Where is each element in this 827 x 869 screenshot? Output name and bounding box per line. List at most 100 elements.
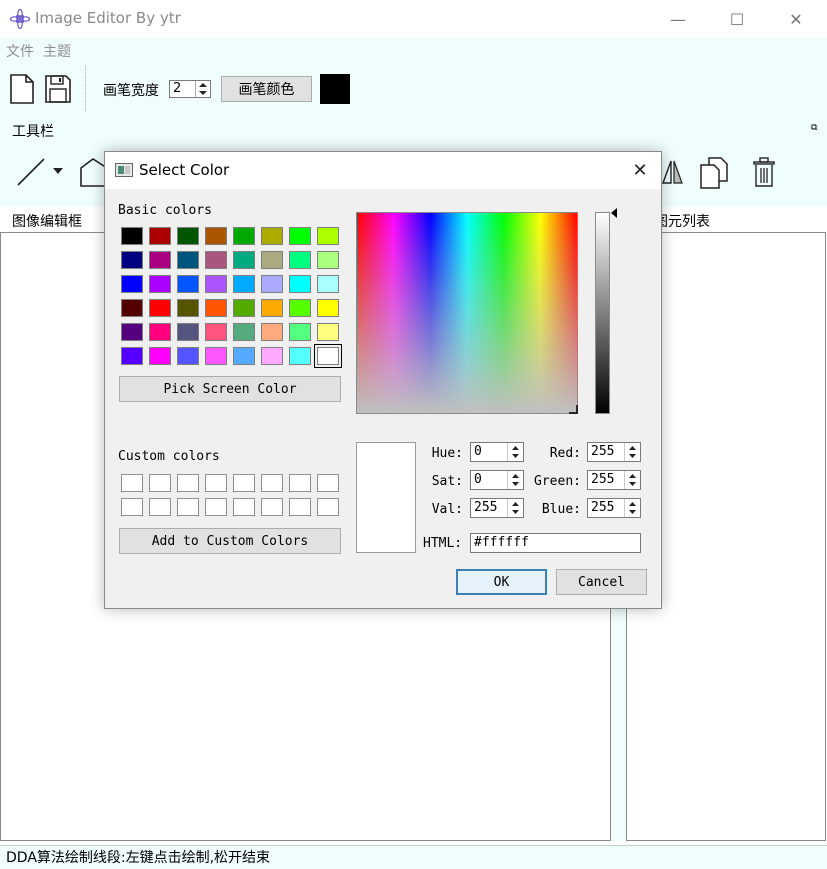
basic-color-swatch[interactable]: [317, 299, 339, 317]
custom-color-slot[interactable]: [149, 498, 171, 516]
spin-arrows-icon[interactable]: [624, 443, 640, 461]
basic-color-swatch[interactable]: [149, 347, 171, 365]
basic-color-swatch[interactable]: [317, 251, 339, 269]
basic-color-swatch[interactable]: [289, 299, 311, 317]
custom-color-slot[interactable]: [233, 474, 255, 492]
basic-color-swatch[interactable]: [233, 275, 255, 293]
basic-color-swatch[interactable]: [289, 347, 311, 365]
maximize-button[interactable]: ☐: [714, 0, 760, 38]
spin-arrows-icon[interactable]: [507, 443, 523, 461]
spin-arrows-icon[interactable]: [195, 81, 210, 97]
basic-color-swatch[interactable]: [177, 275, 199, 293]
value-slider-arrow-icon[interactable]: [610, 208, 618, 218]
custom-color-slot[interactable]: [121, 474, 143, 492]
spin-arrows-icon[interactable]: [507, 499, 523, 517]
menu-file[interactable]: 文件: [6, 41, 34, 61]
basic-color-swatch[interactable]: [121, 227, 143, 245]
line-tool-icon[interactable]: [15, 156, 47, 188]
blue-spinbox[interactable]: 255: [587, 498, 641, 518]
cancel-button[interactable]: Cancel: [556, 569, 647, 595]
basic-color-swatch[interactable]: [314, 344, 342, 368]
basic-color-swatch[interactable]: [317, 227, 339, 245]
close-window-button[interactable]: ✕: [773, 0, 819, 38]
basic-color-swatch[interactable]: [177, 347, 199, 365]
basic-color-swatch[interactable]: [121, 299, 143, 317]
val-spinbox[interactable]: 255: [470, 498, 524, 518]
save-file-icon[interactable]: [44, 74, 72, 104]
basic-color-swatch[interactable]: [177, 323, 199, 341]
pen-width-spinbox[interactable]: 2: [169, 80, 211, 98]
basic-color-swatch[interactable]: [177, 251, 199, 269]
basic-color-swatch[interactable]: [149, 275, 171, 293]
basic-color-swatch[interactable]: [149, 299, 171, 317]
basic-color-swatch[interactable]: [149, 323, 171, 341]
basic-color-swatch[interactable]: [233, 347, 255, 365]
menu-theme[interactable]: 主题: [43, 41, 71, 61]
basic-color-swatch[interactable]: [205, 347, 227, 365]
hue-saturation-picker[interactable]: [356, 212, 578, 414]
basic-color-swatch[interactable]: [233, 323, 255, 341]
basic-color-swatch[interactable]: [289, 227, 311, 245]
custom-color-slot[interactable]: [261, 498, 283, 516]
basic-color-swatch[interactable]: [205, 323, 227, 341]
basic-color-swatch[interactable]: [317, 323, 339, 341]
green-spinbox[interactable]: 255: [587, 470, 641, 490]
minimize-button[interactable]: —: [655, 0, 701, 38]
spin-arrows-icon[interactable]: [624, 471, 640, 489]
basic-color-swatch[interactable]: [149, 251, 171, 269]
custom-color-slot[interactable]: [317, 498, 339, 516]
new-file-icon[interactable]: [9, 74, 35, 104]
basic-color-swatch[interactable]: [149, 227, 171, 245]
basic-color-swatch[interactable]: [261, 347, 283, 365]
hue-spinbox[interactable]: 0: [470, 442, 524, 462]
basic-color-swatch[interactable]: [261, 299, 283, 317]
basic-color-swatch[interactable]: [233, 299, 255, 317]
basic-color-swatch[interactable]: [261, 227, 283, 245]
spin-arrows-icon[interactable]: [624, 499, 640, 517]
basic-color-swatch[interactable]: [289, 323, 311, 341]
basic-color-swatch[interactable]: [205, 275, 227, 293]
delete-trash-icon[interactable]: [751, 157, 777, 188]
ok-button[interactable]: OK: [456, 569, 547, 595]
custom-color-slot[interactable]: [289, 498, 311, 516]
dialog-close-button[interactable]: ✕: [620, 152, 660, 189]
flip-tool-icon[interactable]: [660, 158, 684, 186]
spin-arrows-icon[interactable]: [507, 471, 523, 489]
basic-color-swatch[interactable]: [233, 227, 255, 245]
custom-color-slot[interactable]: [177, 474, 199, 492]
pick-screen-color-button[interactable]: Pick Screen Color: [119, 376, 341, 402]
red-spinbox[interactable]: 255: [587, 442, 641, 462]
basic-color-swatch[interactable]: [317, 275, 339, 293]
basic-color-swatch[interactable]: [289, 275, 311, 293]
basic-color-swatch[interactable]: [177, 227, 199, 245]
basic-color-swatch[interactable]: [205, 251, 227, 269]
custom-color-slot[interactable]: [177, 498, 199, 516]
basic-color-swatch[interactable]: [121, 275, 143, 293]
basic-color-swatch[interactable]: [205, 299, 227, 317]
pen-color-button[interactable]: 画笔颜色: [221, 76, 312, 102]
basic-color-swatch[interactable]: [233, 251, 255, 269]
basic-color-swatch[interactable]: [121, 323, 143, 341]
basic-color-swatch[interactable]: [121, 251, 143, 269]
basic-color-swatch[interactable]: [121, 347, 143, 365]
basic-color-swatch[interactable]: [177, 299, 199, 317]
dropdown-arrow-icon[interactable]: [52, 166, 64, 176]
copy-icon[interactable]: [699, 157, 733, 189]
basic-color-swatch[interactable]: [289, 251, 311, 269]
basic-color-swatch[interactable]: [261, 275, 283, 293]
basic-color-swatch[interactable]: [205, 227, 227, 245]
basic-color-swatch[interactable]: [261, 323, 283, 341]
custom-color-slot[interactable]: [289, 474, 311, 492]
custom-color-slot[interactable]: [205, 474, 227, 492]
custom-color-slot[interactable]: [205, 498, 227, 516]
custom-color-slot[interactable]: [233, 498, 255, 516]
sat-spinbox[interactable]: 0: [470, 470, 524, 490]
value-slider[interactable]: [595, 212, 610, 414]
custom-color-slot[interactable]: [121, 498, 143, 516]
add-to-custom-colors-button[interactable]: Add to Custom Colors: [119, 528, 341, 554]
custom-color-slot[interactable]: [149, 474, 171, 492]
custom-color-slot[interactable]: [261, 474, 283, 492]
html-color-input[interactable]: #ffffff: [470, 533, 641, 553]
basic-color-swatch[interactable]: [261, 251, 283, 269]
custom-color-slot[interactable]: [317, 474, 339, 492]
